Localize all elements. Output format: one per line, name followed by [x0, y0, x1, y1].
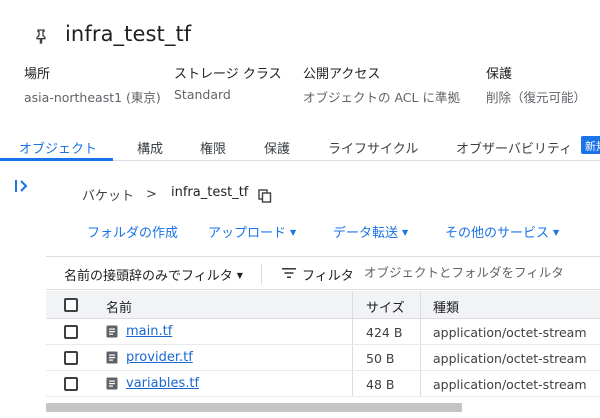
data-transfer-button[interactable]: データ転送 ▼ [333, 222, 408, 241]
file-name-link[interactable]: provider.tf [126, 350, 193, 365]
meta-label: 場所 [24, 67, 51, 82]
create-folder-button[interactable]: フォルダの作成 [87, 222, 178, 241]
caret-down-icon: ▼ [290, 228, 297, 237]
table-row: variables.tf 48 B application/octet-stre… [46, 371, 600, 397]
caret-down-icon: ▼ [553, 228, 560, 237]
column-divider [352, 371, 353, 396]
new-badge: 新規 [581, 136, 600, 154]
column-divider [352, 319, 353, 344]
other-services-button[interactable]: その他のサービス ▼ [445, 222, 559, 241]
file-type: application/octet-stream [433, 351, 587, 366]
expand-panel-icon[interactable] [13, 179, 31, 193]
caret-down-icon: ▼ [236, 271, 243, 280]
tab-configuration[interactable]: 構成 [137, 138, 163, 157]
bucket-meta: 場所 asia-northeast1 (東京) ストレージ クラス Standa… [0, 63, 600, 113]
file-type: application/octet-stream [433, 377, 587, 392]
action-bar: フォルダの作成 アップロード ▼ データ転送 ▼ その他のサービス ▼ [0, 222, 600, 242]
filter-icon [282, 268, 296, 278]
create-folder-label: フォルダの作成 [87, 226, 179, 241]
horizontal-scrollbar[interactable] [46, 403, 462, 412]
meta-location: 場所 asia-northeast1 (東京) [24, 63, 161, 106]
data-transfer-label: データ転送 [333, 226, 399, 241]
meta-public-access: 公開アクセス オブジェクトの ACL に準拠 [303, 63, 460, 106]
file-size: 50 B [366, 351, 395, 366]
divider [261, 263, 262, 285]
meta-storage-class: ストレージ クラス Standard [174, 63, 282, 102]
column-header-size[interactable]: サイズ [366, 297, 405, 316]
column-divider [420, 291, 421, 318]
column-header-name[interactable]: 名前 [106, 297, 132, 316]
column-divider [420, 319, 421, 344]
file-size: 424 B [366, 325, 403, 340]
breadcrumb-current: infra_test_tf [171, 185, 249, 200]
pin-icon[interactable] [33, 28, 49, 44]
bucket-tabs: オブジェクト 構成 権限 保護 ライフサイクル オブザーバビリティ 新規 [0, 129, 600, 161]
prefix-filter-dropdown[interactable]: 名前の接頭辞のみでフィルタ ▼ [64, 265, 243, 284]
file-size: 48 B [366, 377, 395, 392]
table-header: 名前 サイズ 種類 [46, 291, 600, 319]
column-divider [420, 371, 421, 396]
meta-label: 保護 [486, 67, 513, 82]
meta-label: 公開アクセス [303, 67, 381, 82]
upload-label: アップロード [208, 226, 287, 241]
row-checkbox[interactable] [64, 351, 78, 365]
table-row: provider.tf 50 B application/octet-strea… [46, 345, 600, 371]
column-divider [352, 291, 353, 318]
row-checkbox[interactable] [64, 325, 78, 339]
breadcrumb-separator: > [146, 187, 157, 202]
meta-value: 削除（復元可能） [486, 90, 587, 105]
filter-label: フィルタ [302, 269, 354, 284]
filter-input[interactable] [364, 265, 600, 280]
select-all-checkbox[interactable] [64, 298, 78, 312]
meta-label: ストレージ クラス [174, 67, 282, 82]
column-divider [352, 345, 353, 370]
file-name-link[interactable]: main.tf [126, 324, 172, 339]
filter-bar: 名前の接頭辞のみでフィルタ ▼ フィルタ [46, 256, 600, 290]
file-icon [106, 351, 118, 364]
prefix-filter-label: 名前の接頭辞のみでフィルタ [64, 269, 233, 284]
file-icon [106, 325, 118, 338]
tab-observability[interactable]: オブザーバビリティ [456, 138, 572, 157]
file-icon [106, 377, 118, 390]
row-checkbox[interactable] [64, 377, 78, 391]
bucket-header: infra_test_tf [0, 0, 600, 62]
copy-icon[interactable] [258, 189, 272, 203]
objects-table: 名前 サイズ 種類 main.tf 424 B application/octe… [46, 291, 600, 397]
meta-protection: 保護 削除（復元可能） [486, 63, 586, 106]
tab-objects[interactable]: オブジェクト [19, 138, 97, 157]
table-row: main.tf 424 B application/octet-stream [46, 319, 600, 345]
meta-value: Standard [174, 87, 231, 102]
column-header-type[interactable]: 種類 [433, 297, 459, 316]
tab-lifecycle[interactable]: ライフサイクル [328, 138, 418, 157]
tab-protection[interactable]: 保護 [264, 138, 290, 157]
other-services-label: その他のサービス [445, 226, 550, 241]
file-name-link[interactable]: variables.tf [126, 376, 199, 391]
active-tab-indicator [0, 158, 113, 161]
meta-value: asia-northeast1 (東京) [24, 90, 161, 105]
upload-button[interactable]: アップロード ▼ [208, 222, 296, 241]
column-divider [420, 345, 421, 370]
breadcrumb-root[interactable]: バケット [82, 185, 134, 204]
file-type: application/octet-stream [433, 325, 587, 340]
meta-value: オブジェクトの ACL に準拠 [303, 90, 460, 105]
caret-down-icon: ▼ [402, 228, 409, 237]
tab-permissions[interactable]: 権限 [200, 138, 226, 157]
bucket-title: infra_test_tf [65, 22, 192, 46]
